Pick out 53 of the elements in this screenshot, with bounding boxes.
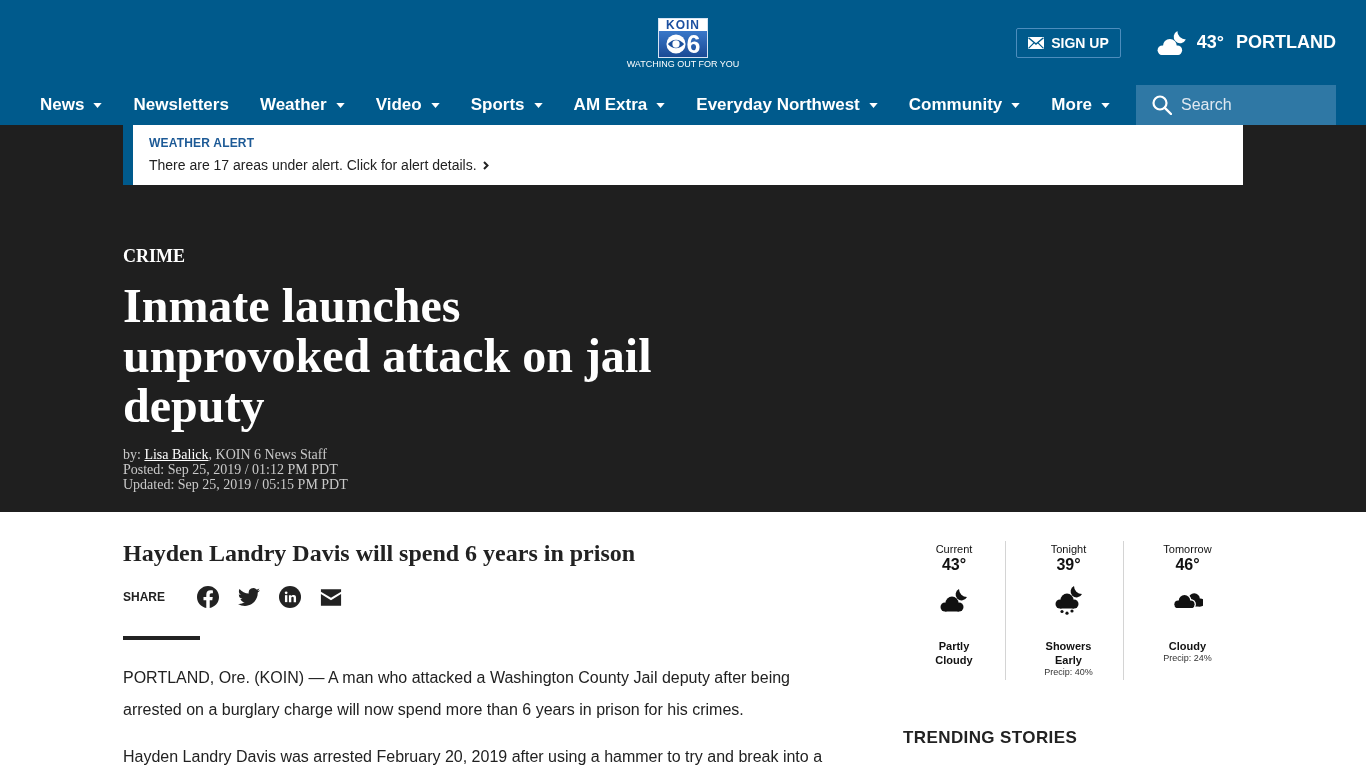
category-label: CRIME	[123, 246, 186, 266]
header-temperature: 43°	[1196, 32, 1224, 53]
byline: by: Lisa Balick, KOIN 6 News Staff	[123, 447, 327, 462]
twitter-bird-icon[interactable]	[238, 586, 260, 608]
clouds-icon	[1172, 591, 1203, 609]
nav-item[interactable]: Weather	[259, 95, 345, 115]
forecast-label: Current	[935, 542, 973, 556]
nav-item[interactable]: Video	[375, 95, 440, 115]
header-city: PORTLAND	[1236, 32, 1336, 53]
nav-item[interactable]: More	[1051, 95, 1110, 115]
chevron-right-icon	[482, 160, 489, 170]
forecast-temperature: 39°	[1056, 556, 1081, 574]
forecast-condition: Showers Early	[1044, 639, 1093, 667]
updated-date: Updated: Sep 25, 2019 / 05:15 PM PDT	[123, 477, 348, 492]
cloud-moon-icon	[939, 588, 969, 612]
nav-item[interactable]: News	[40, 95, 103, 115]
share-label: SHARE	[123, 590, 165, 604]
sign-up-button[interactable]: SIGN UP	[1016, 27, 1121, 58]
envelope-icon[interactable]	[320, 588, 342, 606]
article-headline: Inmate launches unprovoked attack on jail deputy	[123, 281, 653, 431]
author-link[interactable]: Lisa Balick	[144, 447, 209, 462]
linkedin-icon[interactable]	[279, 586, 301, 608]
forecast-temperature: 43°	[941, 556, 967, 574]
forecast-temperature: 46°	[1175, 556, 1200, 574]
nav-item[interactable]: Newsletters	[133, 95, 229, 115]
logo-tagline: WATCHING OUT FOR YOU	[626, 59, 740, 70]
search-field[interactable]: Search	[1136, 85, 1336, 125]
nav-item[interactable]: AM Extra	[573, 95, 666, 115]
cloud-moon-icon	[1155, 29, 1188, 56]
article-subheadline: Hayden Landry Davis will spend 6 years in prison	[123, 539, 637, 567]
forecast-precip: Precip: 40%	[1044, 667, 1093, 678]
nav-item[interactable]: Sports	[470, 95, 543, 115]
nav-item[interactable]: Everyday Northwest	[696, 95, 878, 115]
eye-icon	[665, 34, 686, 54]
logo-wordmark: KOIN	[659, 19, 707, 31]
facebook-icon[interactable]	[197, 586, 219, 608]
search-icon	[1152, 95, 1172, 115]
posted-date: Posted: Sep 25, 2019 / 01:12 PM PDT	[123, 462, 338, 477]
alert-link[interactable]: There are 17 areas under alert. Click for alert details.	[149, 156, 489, 174]
logo-numeral: 6	[686, 31, 701, 57]
rain-cloud-moon-icon	[1053, 585, 1084, 615]
logo[interactable]: KOIN 6	[658, 18, 708, 58]
forecast-condition: Partly Cloudy	[934, 639, 974, 667]
forecast-label: Tonight	[1050, 542, 1087, 556]
article-paragraph: PORTLAND, Ore. (KOIN) — A man who attacked a Washington County Jail deputy after being arrested on a burglary charge will now spend more than 6 years in prison for his crimes.	[123, 668, 791, 720]
nav-item[interactable]: Community	[908, 95, 1021, 115]
trending-stories-heading: TRENDING STORIES	[903, 728, 1078, 748]
forecast-condition: Cloudy	[1168, 639, 1207, 653]
envelope-icon	[1028, 36, 1045, 49]
alert-title: WEATHER ALERT	[149, 136, 256, 150]
forecast-precip: Precip: 24%	[1163, 653, 1212, 664]
forecast-label: Tomorrow	[1163, 542, 1212, 556]
article-paragraph: Hayden Landry Davis was arrested February 20, 2019 after using a hammer to try and break into a	[123, 747, 824, 767]
